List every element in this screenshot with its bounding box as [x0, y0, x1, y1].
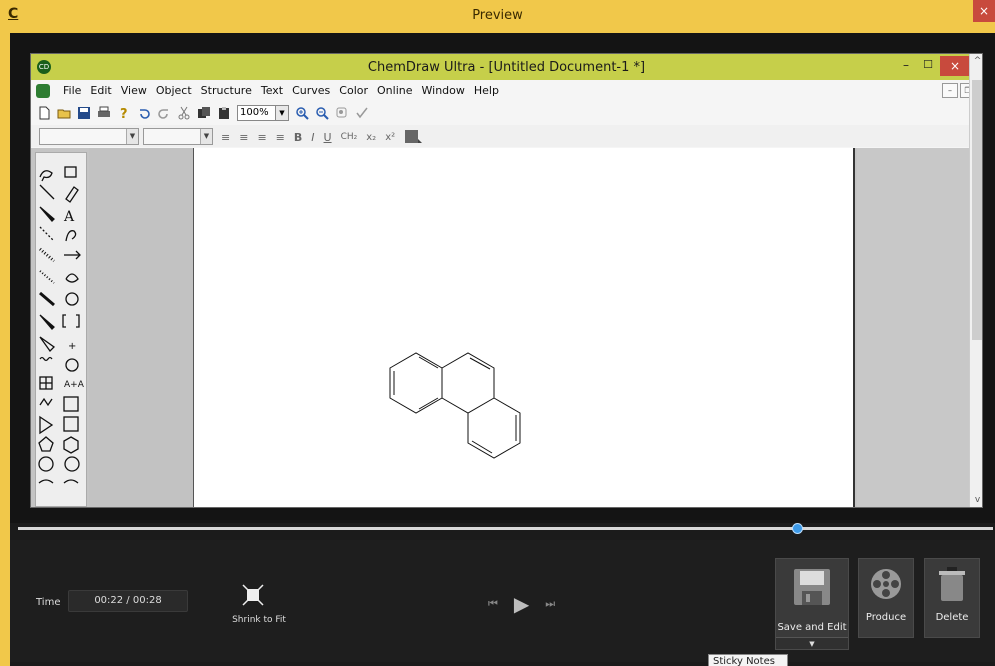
- text-format-toolbar: ▼ ▼ ≡ ≡ ≡ ≡ B I U CH₂ x₂ x²: [31, 125, 982, 147]
- canvas-margin-left: [89, 148, 193, 507]
- tool-palette-icons[interactable]: A + A+A: [36, 153, 88, 508]
- window-border: [0, 33, 10, 666]
- minimize-button[interactable]: –: [896, 57, 916, 75]
- scroll-down-icon[interactable]: v: [972, 495, 982, 505]
- maximize-button[interactable]: ☐: [918, 57, 938, 75]
- time-label: Time: [36, 597, 61, 608]
- menu-curves[interactable]: Curves: [292, 84, 330, 97]
- chevron-down-icon[interactable]: ▼: [200, 129, 212, 144]
- svg-text:?: ?: [120, 107, 128, 120]
- shrink-to-fit-label[interactable]: Shrink to Fit: [229, 615, 289, 625]
- menu-edit[interactable]: Edit: [90, 84, 111, 97]
- player-controls: Time 00:22 / 00:28 Shrink to Fit ⏮ ▶ ⏭ S…: [10, 540, 995, 662]
- underline-button[interactable]: U: [324, 131, 332, 144]
- timeline-handle[interactable]: [792, 523, 803, 534]
- produce-button[interactable]: Produce: [858, 558, 914, 638]
- chemdraw-titlebar: CD ChemDraw Ultra - [Untitled Document-1…: [31, 54, 982, 80]
- tool-palette: A + A+A: [35, 152, 87, 507]
- main-toolbar: ? 100% ▼: [31, 102, 982, 124]
- save-and-edit-label: Save and Edit: [777, 622, 847, 633]
- zoom-in-icon[interactable]: [295, 106, 309, 120]
- formula-button[interactable]: CH₂: [341, 132, 358, 142]
- cut-icon[interactable]: [177, 106, 191, 120]
- undo-icon[interactable]: [137, 106, 151, 120]
- menu-window[interactable]: Window: [422, 84, 465, 97]
- subscript-button[interactable]: x₂: [366, 132, 376, 143]
- trash-can-icon: [939, 567, 965, 601]
- svg-text:A+A: A+A: [64, 380, 85, 390]
- italic-button[interactable]: I: [311, 131, 314, 144]
- transport-controls: ⏮ ▶ ⏭: [488, 592, 555, 616]
- new-doc-icon[interactable]: [37, 106, 51, 120]
- preview-titlebar: C Preview ×: [0, 0, 995, 33]
- menu-object[interactable]: Object: [156, 84, 192, 97]
- font-family-select[interactable]: ▼: [39, 128, 139, 145]
- produce-label: Produce: [865, 612, 907, 623]
- superscript-button[interactable]: x²: [385, 132, 395, 143]
- time-display: 00:22 / 00:28: [68, 590, 188, 612]
- menu-file[interactable]: File: [63, 84, 81, 97]
- save-icon[interactable]: [77, 106, 91, 120]
- menu-text[interactable]: Text: [261, 84, 283, 97]
- delete-button[interactable]: Delete: [924, 558, 980, 638]
- menu-bar: File Edit View Object Structure Text Cur…: [31, 81, 982, 101]
- scroll-up-icon[interactable]: ^: [972, 56, 982, 66]
- align-left-icon[interactable]: ≡: [221, 131, 230, 144]
- svg-text:+: +: [68, 341, 76, 352]
- align-right-icon[interactable]: ≡: [257, 131, 266, 144]
- save-options-dropdown[interactable]: ▼: [776, 637, 848, 649]
- show-icon[interactable]: [335, 106, 349, 120]
- bold-button[interactable]: B: [294, 131, 302, 144]
- svg-text:A: A: [63, 209, 75, 225]
- canvas-margin-right: [857, 148, 969, 507]
- font-size-select[interactable]: ▼: [143, 128, 213, 145]
- print-icon[interactable]: [97, 106, 111, 120]
- close-button[interactable]: ×: [973, 0, 995, 22]
- open-icon[interactable]: [57, 106, 71, 120]
- paste-icon[interactable]: [217, 106, 231, 120]
- previous-button[interactable]: ⏮: [488, 597, 498, 611]
- tooltip: Sticky Notes: [708, 654, 788, 666]
- delete-label: Delete: [935, 612, 969, 623]
- film-reel-icon: [871, 569, 901, 599]
- menu-view[interactable]: View: [121, 84, 147, 97]
- text-color-icon[interactable]: [404, 129, 423, 145]
- chemdraw-title: ChemDraw Ultra - [Untitled Document-1 *]: [367, 60, 646, 75]
- menu-color[interactable]: Color: [339, 84, 368, 97]
- chevron-down-icon[interactable]: ▼: [275, 106, 288, 120]
- shrink-to-fit-icon[interactable]: [242, 584, 264, 606]
- zoom-value: 100%: [240, 107, 269, 118]
- document-area: A + A+A ^ v: [31, 54, 982, 507]
- scrollbar-thumb[interactable]: [972, 80, 982, 340]
- justify-icon[interactable]: ≡: [276, 131, 285, 144]
- format-buttons: ≡ ≡ ≡ ≡ B I U CH₂ x₂ x²: [221, 129, 423, 145]
- chevron-down-icon[interactable]: ▼: [126, 129, 138, 144]
- zoom-select[interactable]: 100% ▼: [237, 105, 289, 121]
- floppy-disk-icon: [794, 569, 830, 605]
- align-center-icon[interactable]: ≡: [239, 131, 248, 144]
- save-and-edit-button[interactable]: Save and Edit ▼: [775, 558, 849, 650]
- redo-icon[interactable]: [157, 106, 171, 120]
- menu-help[interactable]: Help: [474, 84, 499, 97]
- zoom-out-icon[interactable]: [315, 106, 329, 120]
- phenanthrene-structure: [389, 352, 521, 459]
- preview-app: C Preview × CD ChemDraw Ultra - [Untitle…: [0, 0, 995, 666]
- document-menu-icon[interactable]: [36, 84, 50, 98]
- vertical-scrollbar[interactable]: ^ v: [969, 54, 982, 507]
- menu-online[interactable]: Online: [377, 84, 412, 97]
- drawing-canvas[interactable]: [193, 148, 855, 507]
- timeline-track[interactable]: [18, 527, 993, 530]
- chemdraw-close-button[interactable]: ×: [940, 56, 970, 76]
- copy-icon[interactable]: [197, 106, 211, 120]
- chemdraw-window: CD ChemDraw Ultra - [Untitled Document-1…: [30, 53, 983, 508]
- next-button[interactable]: ⏭: [545, 597, 555, 611]
- doc-minimize-button[interactable]: –: [942, 83, 958, 98]
- play-button[interactable]: ▶: [514, 592, 529, 616]
- toolbar-row: ? 100% ▼: [37, 105, 375, 121]
- window-title: Preview: [472, 8, 523, 23]
- help-icon[interactable]: ?: [117, 106, 131, 120]
- check-icon[interactable]: [355, 106, 369, 120]
- menu-structure[interactable]: Structure: [201, 84, 252, 97]
- menu-items: File Edit View Object Structure Text Cur…: [63, 84, 508, 97]
